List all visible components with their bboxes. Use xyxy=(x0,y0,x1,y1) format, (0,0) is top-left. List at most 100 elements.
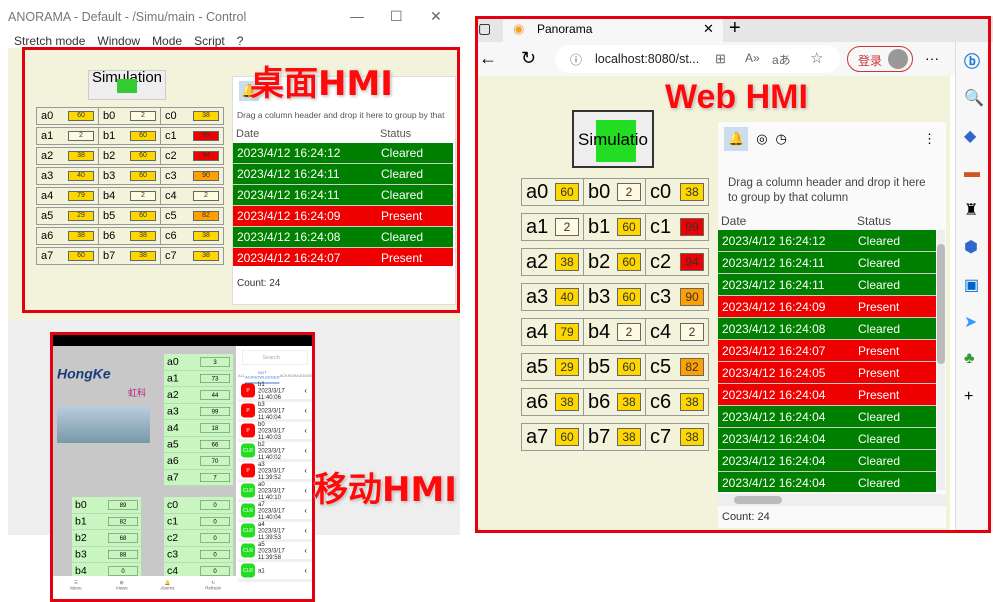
translate-icon[interactable]: aあ xyxy=(772,51,791,68)
alarm-row[interactable]: 2023/4/12 16:24:09 Present xyxy=(718,296,936,318)
nav-views[interactable]: ⊞ Views xyxy=(98,576,145,599)
chevron-left-icon[interactable]: ‹ xyxy=(304,527,307,535)
tag-label: b0 xyxy=(103,110,116,122)
alarm-row[interactable]: 2023/4/12 16:24:11 Cleared xyxy=(233,185,453,206)
app-icon[interactable]: ⊞ xyxy=(715,51,726,67)
vertical-scrollbar[interactable] xyxy=(937,230,945,490)
mobile-alarm-item[interactable]: CLR a5 2023/3/17 11:39:58 ‹ xyxy=(238,541,312,562)
mobile-alarm-item[interactable]: CLR a1 ‹ xyxy=(238,562,312,582)
menu-item[interactable]: Mode xyxy=(152,34,182,48)
mobile-tab[interactable]: ALL xyxy=(238,370,245,381)
alarm-row[interactable]: 2023/4/12 16:24:12 Cleared xyxy=(233,143,453,164)
mobile-alarm-item[interactable]: Pa3 2023/3/17 11:39:52 ‹ xyxy=(238,461,312,482)
tag-label: a4 xyxy=(167,422,179,434)
tag-value: 38 xyxy=(193,251,219,261)
mobile-alarm-item[interactable]: CLR a4 2023/3/17 11:39:53 ‹ xyxy=(238,521,312,542)
outlook-icon[interactable]: ▣ xyxy=(964,275,979,295)
toolbox-icon[interactable]: ▬ xyxy=(964,164,980,182)
chevron-left-icon[interactable]: ‹ xyxy=(304,467,307,475)
close-icon[interactable]: ✕ xyxy=(430,8,442,25)
simulation-button[interactable]: Simulation xyxy=(88,70,166,100)
mobile-alarm-item[interactable]: CLR b2 2023/3/17 11:40:02 ‹ xyxy=(238,441,312,462)
tag-value: 38 xyxy=(130,251,156,261)
alarm-row[interactable]: 2023/4/12 16:24:05 Present xyxy=(718,362,936,384)
refresh-icon[interactable]: ↻ xyxy=(521,48,536,69)
menu-item[interactable]: ? xyxy=(237,34,244,48)
alarm-text: a3 2023/3/17 11:39:52 xyxy=(258,461,304,481)
menu-icon[interactable]: ⋮ xyxy=(923,131,936,147)
m365-icon[interactable]: ⬢ xyxy=(964,237,978,257)
alarm-date: 2023/4/12 16:24:12 xyxy=(722,234,826,248)
nav-alarms[interactable]: 🔔 Alarms xyxy=(144,576,191,599)
acknowledged-icon[interactable]: ◎ xyxy=(756,131,767,147)
add-icon[interactable]: + xyxy=(964,388,973,406)
alarm-row[interactable]: 2023/4/12 16:24:04 Cleared xyxy=(718,406,936,428)
tag-label: a3 xyxy=(526,285,549,308)
alarm-row[interactable]: 2023/4/12 16:24:12 Cleared xyxy=(718,230,936,252)
mobile-alarm-item[interactable]: Pb3 2023/3/17 11:40:04 ‹ xyxy=(238,401,312,422)
menu-item[interactable]: Window xyxy=(97,34,140,48)
mobile-tab[interactable]: ACKNOWLEDGED xyxy=(280,370,312,381)
tag-value: 38 xyxy=(680,183,704,201)
tab-actions-icon[interactable]: ▢ xyxy=(478,20,491,37)
chevron-left-icon[interactable]: ‹ xyxy=(304,387,307,395)
send-icon[interactable]: ➤ xyxy=(964,312,977,332)
mobile-alarm-item[interactable]: Pb1 2023/3/17 11:40:06 ‹ xyxy=(238,381,312,402)
column-status[interactable]: Status xyxy=(380,128,411,140)
tab-panorama[interactable]: ◉ Panorama ✕ xyxy=(503,16,723,42)
alarm-row[interactable]: 2023/4/12 16:24:07 Present xyxy=(233,248,453,266)
nav-menu[interactable]: ☰ Menu xyxy=(53,576,99,599)
games-icon[interactable]: ♜ xyxy=(964,200,978,220)
alarm-row[interactable]: 2023/4/12 16:24:07 Present xyxy=(718,340,936,362)
chevron-left-icon[interactable]: ‹ xyxy=(304,547,307,555)
alarm-status: Cleared xyxy=(858,410,901,424)
tag-label: c7 xyxy=(650,425,672,448)
column-date[interactable]: Date xyxy=(236,128,380,140)
bell-icon[interactable]: 🔔 xyxy=(724,127,749,151)
column-status[interactable]: Status xyxy=(857,214,891,228)
favorites-icon[interactable]: ☆ xyxy=(810,49,823,67)
simulation-button[interactable]: Simulatio xyxy=(572,110,654,168)
menu-item[interactable]: Script xyxy=(194,34,225,48)
tree-icon[interactable]: ♣ xyxy=(964,350,975,368)
alarm-row[interactable]: 2023/4/12 16:24:11 Cleared xyxy=(718,252,936,274)
history-icon[interactable]: ◷ xyxy=(776,131,787,147)
tag-cell-b4: b4 2 xyxy=(584,319,646,345)
menu-item[interactable]: Stretch mode xyxy=(14,34,85,48)
url-input[interactable]: ⓘ localhost:8080/st... ⊞ A» aあ ☆ xyxy=(555,45,840,73)
tag-label: c0 xyxy=(165,110,177,122)
horizontal-scrollbar[interactable] xyxy=(718,494,946,506)
back-icon[interactable]: ← xyxy=(479,48,497,69)
search-icon[interactable]: 🔍 xyxy=(964,88,984,108)
alarm-row[interactable]: 2023/4/12 16:24:04 Cleared xyxy=(718,472,936,492)
chevron-left-icon[interactable]: ‹ xyxy=(304,407,307,415)
login-button[interactable]: 登录 xyxy=(847,46,913,72)
new-tab-icon[interactable]: + xyxy=(729,17,741,40)
alarm-row[interactable]: 2023/4/12 16:24:11 Cleared xyxy=(233,164,453,185)
search-input[interactable]: Search xyxy=(242,350,308,365)
mobile-alarm-item[interactable]: CLR a7 2023/3/17 11:40:04 ‹ xyxy=(238,501,312,522)
chevron-left-icon[interactable]: ‹ xyxy=(304,487,307,495)
chevron-left-icon[interactable]: ‹ xyxy=(304,447,307,455)
alarm-row[interactable]: 2023/4/12 16:24:08 Cleared xyxy=(233,227,453,248)
chevron-left-icon[interactable]: ‹ xyxy=(304,427,307,435)
mobile-alarm-item[interactable]: Pb0 2023/3/17 11:40:03 ‹ xyxy=(238,421,312,442)
minimize-icon[interactable]: — xyxy=(350,8,364,24)
maximize-icon[interactable]: ☐ xyxy=(390,8,403,25)
read-aloud-icon[interactable]: A» xyxy=(745,51,760,65)
alarm-row[interactable]: 2023/4/12 16:24:04 Cleared xyxy=(718,450,936,472)
column-date[interactable]: Date xyxy=(721,214,857,228)
mobile-alarm-item[interactable]: CLR a0 2023/3/17 11:40:10 ‹ xyxy=(238,481,312,502)
tag-icon[interactable]: ◆ xyxy=(964,126,976,146)
chevron-left-icon[interactable]: ‹ xyxy=(304,507,307,515)
alarm-row[interactable]: 2023/4/12 16:24:09 Present xyxy=(233,206,453,227)
bing-icon[interactable]: ⓑ xyxy=(964,48,980,72)
alarm-row[interactable]: 2023/4/12 16:24:11 Cleared xyxy=(718,274,936,296)
nav-refresh[interactable]: ↻ Refresh xyxy=(190,576,236,599)
chevron-left-icon[interactable]: ‹ xyxy=(304,567,307,575)
alarm-row[interactable]: 2023/4/12 16:24:04 Cleared xyxy=(718,428,936,450)
alarm-row[interactable]: 2023/4/12 16:24:04 Present xyxy=(718,384,936,406)
more-icon[interactable]: ··· xyxy=(925,50,939,66)
close-tab-icon[interactable]: ✕ xyxy=(703,21,714,37)
alarm-row[interactable]: 2023/4/12 16:24:08 Cleared xyxy=(718,318,936,340)
